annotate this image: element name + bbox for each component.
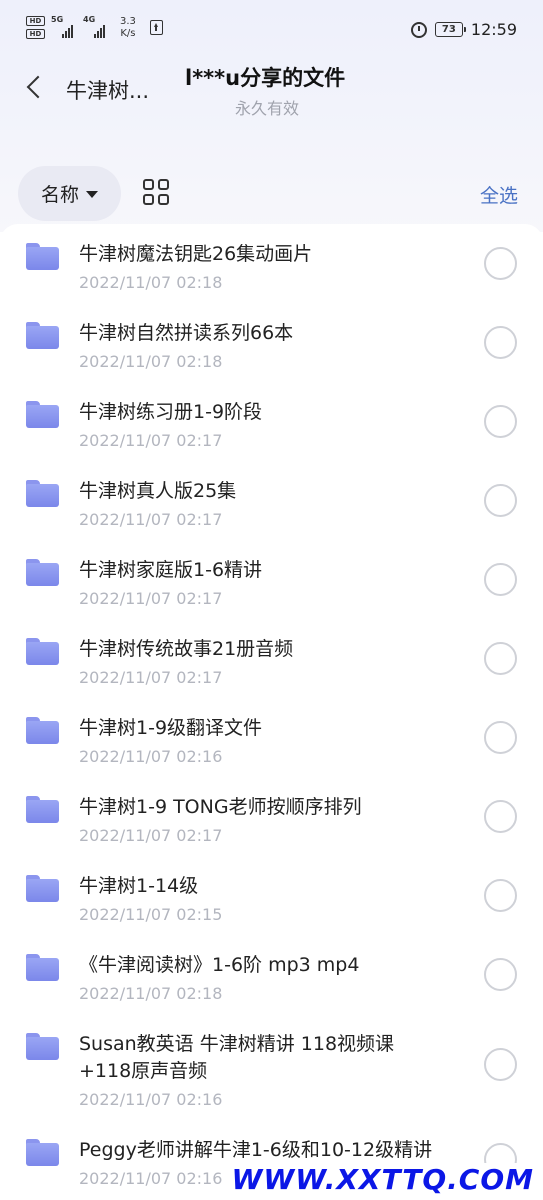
sort-label: 名称 bbox=[40, 184, 79, 206]
watermark: WWW.XXTTQ.COM bbox=[228, 1163, 537, 1196]
file-name: 牛津树自然拼读系列66本 bbox=[79, 322, 294, 344]
file-row[interactable]: 牛津树自然拼读系列66本 2022/11/07 02:18 bbox=[0, 303, 543, 382]
hd-badge-icon: HD bbox=[26, 16, 45, 26]
upload-icon bbox=[149, 20, 163, 35]
file-name: 牛津树魔法钥匙26集动画片 bbox=[79, 243, 313, 265]
select-checkbox[interactable] bbox=[484, 405, 517, 438]
select-checkbox[interactable] bbox=[484, 642, 517, 675]
file-row[interactable]: Susan教英语 牛津树精讲 118视频课 +118原声音频 2022/11/07… bbox=[0, 1014, 543, 1120]
folder-icon bbox=[26, 875, 59, 902]
page-title: l***u分享的文件 bbox=[185, 66, 346, 90]
sort-button[interactable]: 名称 bbox=[18, 166, 121, 221]
file-date: 2022/11/07 02:17 bbox=[79, 431, 223, 450]
file-row[interactable]: 牛津树1-9 TONG老师按顺序排列 2022/11/07 02:17 bbox=[0, 777, 543, 856]
file-date: 2022/11/07 02:17 bbox=[79, 510, 223, 529]
alarm-icon bbox=[410, 21, 427, 38]
file-name: 牛津树1-9 TONG老师按顺序排列 bbox=[79, 796, 362, 818]
battery-icon: 73 bbox=[434, 22, 466, 37]
folder-icon bbox=[26, 401, 59, 428]
file-name: 牛津树家庭版1-6精讲 bbox=[79, 559, 263, 581]
folder-icon bbox=[26, 1139, 59, 1166]
grid-view-icon[interactable] bbox=[143, 179, 171, 207]
file-name: Susan教英语 牛津树精讲 118视频课 +118原声音频 bbox=[79, 1033, 395, 1082]
file-row[interactable]: 牛津树练习册1-9阶段 2022/11/07 02:17 bbox=[0, 382, 543, 461]
select-all-button[interactable]: 全选 bbox=[480, 181, 518, 208]
file-name: 牛津树传统故事21册音频 bbox=[79, 638, 294, 660]
file-row[interactable]: 牛津树魔法钥匙26集动画片 2022/11/07 02:18 bbox=[0, 224, 543, 303]
file-date: 2022/11/07 02:16 bbox=[79, 1090, 223, 1109]
folder-icon bbox=[26, 638, 59, 665]
folder-icon bbox=[26, 796, 59, 823]
select-checkbox[interactable] bbox=[484, 563, 517, 596]
select-checkbox[interactable] bbox=[484, 879, 517, 912]
file-date: 2022/11/07 02:18 bbox=[79, 273, 223, 292]
folder-icon bbox=[26, 717, 59, 744]
select-checkbox[interactable] bbox=[484, 1048, 517, 1081]
network-speed: 3.3 K/s bbox=[120, 16, 136, 39]
file-date: 2022/11/07 02:17 bbox=[79, 668, 223, 687]
file-date: 2022/11/07 02:18 bbox=[79, 352, 223, 371]
file-row[interactable]: 牛津树家庭版1-6精讲 2022/11/07 02:17 bbox=[0, 540, 543, 619]
select-checkbox[interactable] bbox=[484, 326, 517, 359]
file-name: 牛津树1-14级 bbox=[79, 875, 199, 897]
clock: 12:59 bbox=[470, 20, 517, 39]
hd-badge-icon: HD bbox=[26, 29, 45, 39]
folder-icon bbox=[26, 243, 59, 270]
file-date: 2022/11/07 02:17 bbox=[79, 589, 223, 608]
file-row[interactable]: 《牛津阅读树》1-6阶 mp3 mp4 2022/11/07 02:18 bbox=[0, 935, 543, 1014]
select-checkbox[interactable] bbox=[484, 958, 517, 991]
file-date: 2022/11/07 02:17 bbox=[79, 826, 223, 845]
file-list: 牛津树魔法钥匙26集动画片 2022/11/07 02:18 牛津树自然拼读系列66… bbox=[0, 224, 543, 1200]
page-subtitle: 永久有效 bbox=[235, 99, 300, 118]
file-name: Peggy老师讲解牛津1-6级和10-12级精讲 bbox=[79, 1139, 433, 1161]
file-name: 牛津树1-9级翻译文件 bbox=[79, 717, 263, 739]
file-date: 2022/11/07 02:18 bbox=[79, 984, 223, 1003]
back-arrow-icon[interactable] bbox=[22, 74, 46, 102]
sim-badges: HD HD bbox=[26, 16, 45, 39]
select-checkbox[interactable] bbox=[484, 721, 517, 754]
signal-5g-icon: 5G bbox=[51, 15, 78, 38]
select-checkbox[interactable] bbox=[484, 484, 517, 517]
file-row[interactable]: 牛津树1-9级翻译文件 2022/11/07 02:16 bbox=[0, 698, 543, 777]
select-checkbox[interactable] bbox=[484, 247, 517, 280]
select-checkbox[interactable] bbox=[484, 800, 517, 833]
status-bar: HD HD 5G 4G 3.3 K/s 73 12:59 bbox=[0, 0, 543, 60]
file-name: 牛津树真人版25集 bbox=[79, 480, 237, 502]
breadcrumb[interactable]: 牛津树... bbox=[66, 75, 149, 105]
file-name: 《牛津阅读树》1-6阶 mp3 mp4 bbox=[79, 954, 360, 976]
file-row[interactable]: 牛津树真人版25集 2022/11/07 02:17 bbox=[0, 461, 543, 540]
folder-icon bbox=[26, 1033, 59, 1060]
file-row[interactable]: 牛津树传统故事21册音频 2022/11/07 02:17 bbox=[0, 619, 543, 698]
caret-down-icon bbox=[86, 191, 98, 198]
file-name: 牛津树练习册1-9阶段 bbox=[79, 401, 263, 423]
folder-icon bbox=[26, 559, 59, 586]
file-date: 2022/11/07 02:16 bbox=[79, 747, 223, 766]
file-row[interactable]: 牛津树1-14级 2022/11/07 02:15 bbox=[0, 856, 543, 935]
folder-icon bbox=[26, 322, 59, 349]
folder-icon bbox=[26, 954, 59, 981]
folder-icon bbox=[26, 480, 59, 507]
signal-4g-icon: 4G bbox=[83, 15, 110, 38]
file-date: 2022/11/07 02:15 bbox=[79, 905, 223, 924]
